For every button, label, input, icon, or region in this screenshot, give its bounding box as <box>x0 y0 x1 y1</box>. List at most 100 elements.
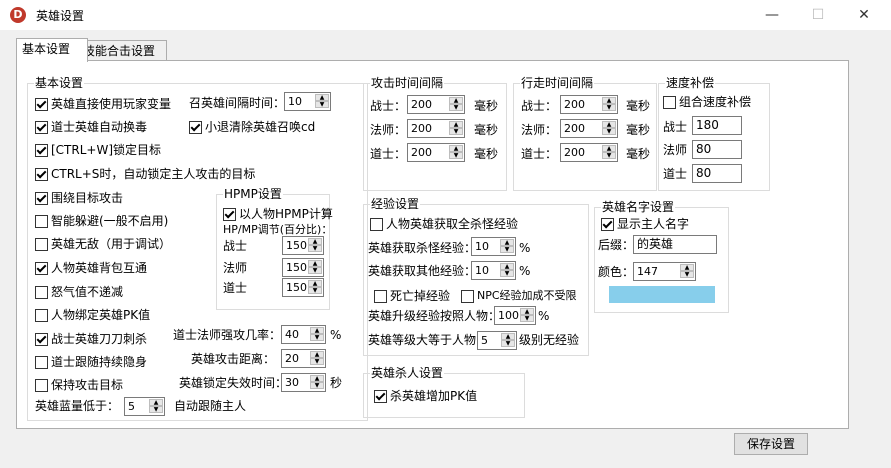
option-shared-bag[interactable]: 人物英雄背包互通 <box>35 260 147 276</box>
speed-mage-input[interactable]: 80 <box>692 140 742 159</box>
down-arrow-icon[interactable]: ▼ <box>149 406 163 413</box>
option-use-player-vars[interactable]: 英雄直接使用玩家变量 <box>35 96 171 112</box>
hpmp-mage-stepper[interactable]: 150 ▲ ▼ <box>282 258 324 277</box>
checkbox[interactable] <box>35 261 48 275</box>
checkbox[interactable] <box>601 217 614 231</box>
option-smart-dodge[interactable]: 智能躲避(一般不启用) <box>35 213 168 229</box>
down-arrow-icon[interactable]: ▼ <box>520 315 534 322</box>
option-npc-exp-unlimited[interactable]: NPC经验加成不受限 <box>461 288 577 304</box>
option-use-player-hpmp[interactable]: 以人物HPMP计算 <box>223 206 333 222</box>
up-arrow-icon[interactable]: ▲ <box>310 327 324 334</box>
down-arrow-icon[interactable]: ▼ <box>310 334 324 341</box>
up-arrow-icon[interactable]: ▲ <box>680 264 694 271</box>
down-arrow-icon[interactable]: ▼ <box>449 104 463 111</box>
other-exp-stepper[interactable]: 10 ▲ ▼ <box>471 261 516 280</box>
option-no-rage-decay[interactable]: 怒气值不递减 <box>35 284 123 300</box>
down-arrow-icon[interactable]: ▼ <box>500 246 514 253</box>
checkbox[interactable] <box>35 355 48 369</box>
summon-interval-stepper[interactable]: 10 ▲ ▼ <box>284 92 331 111</box>
tab-basic-settings[interactable]: 基本设置 <box>16 38 88 62</box>
down-arrow-icon[interactable]: ▼ <box>310 358 324 365</box>
down-arrow-icon[interactable]: ▼ <box>680 271 694 278</box>
kill-exp-stepper[interactable]: 10 ▲ ▼ <box>471 237 516 256</box>
close-icon[interactable]: ✕ <box>841 0 887 30</box>
up-arrow-icon[interactable]: ▲ <box>149 399 163 406</box>
down-arrow-icon[interactable]: ▼ <box>602 104 616 111</box>
option-ctrl-w-lock[interactable]: [CTRL+W]锁定目标 <box>35 142 161 158</box>
up-arrow-icon[interactable]: ▲ <box>310 375 324 382</box>
option-tao-auto-poison[interactable]: 道士英雄自动换毒 <box>35 119 147 135</box>
up-arrow-icon[interactable]: ▲ <box>602 145 616 152</box>
down-arrow-icon[interactable]: ▼ <box>310 382 324 389</box>
up-arrow-icon[interactable]: ▲ <box>500 239 514 246</box>
option-keep-target[interactable]: 保持攻击目标 <box>35 377 123 393</box>
option-bind-pk[interactable]: 人物绑定英雄PK值 <box>35 307 150 323</box>
down-arrow-icon[interactable]: ▼ <box>449 128 463 135</box>
checkbox[interactable] <box>35 97 48 111</box>
up-arrow-icon[interactable]: ▲ <box>501 333 515 340</box>
up-arrow-icon[interactable]: ▲ <box>449 97 463 104</box>
option-kill-hero-pk[interactable]: 杀英雄增加PK值 <box>374 388 477 404</box>
walk-mage-stepper[interactable]: 200 ▲ ▼ <box>560 119 618 138</box>
checkbox[interactable] <box>370 217 383 231</box>
checkbox[interactable] <box>35 332 48 346</box>
checkbox[interactable] <box>35 167 48 181</box>
hpmp-tao-stepper[interactable]: 150 ▲ ▼ <box>282 278 324 297</box>
mp-follow-stepper[interactable]: 5 ▲ ▼ <box>124 397 165 416</box>
down-arrow-icon[interactable]: ▼ <box>308 287 322 294</box>
save-button[interactable]: 保存设置 <box>734 433 808 455</box>
up-arrow-icon[interactable]: ▲ <box>520 308 534 315</box>
down-arrow-icon[interactable]: ▼ <box>308 245 322 252</box>
tab-skill-combo-settings[interactable]: 技能合击设置 <box>77 40 167 61</box>
up-arrow-icon[interactable]: ▲ <box>308 238 322 245</box>
checkbox[interactable] <box>35 214 48 228</box>
checkbox[interactable] <box>35 120 48 134</box>
name-suffix-input[interactable]: 的英雄 <box>633 235 717 254</box>
down-arrow-icon[interactable]: ▼ <box>501 340 515 347</box>
checkbox[interactable] <box>35 191 48 205</box>
walk-warrior-stepper[interactable]: 200 ▲ ▼ <box>560 95 618 114</box>
down-arrow-icon[interactable]: ▼ <box>308 267 322 274</box>
maximize-icon[interactable]: ☐ <box>795 0 841 30</box>
checkbox[interactable] <box>35 237 48 251</box>
minimize-icon[interactable]: — <box>749 0 795 30</box>
up-arrow-icon[interactable]: ▲ <box>449 121 463 128</box>
option-warrior-stab[interactable]: 战士英雄刀刀刺杀 <box>35 331 147 347</box>
attack-warrior-stepper[interactable]: 200 ▲ ▼ <box>407 95 465 114</box>
option-ctrl-s-lock[interactable]: CTRL+S时，自动锁定主人攻击的目标 <box>35 166 255 182</box>
down-arrow-icon[interactable]: ▼ <box>449 152 463 159</box>
down-arrow-icon[interactable]: ▼ <box>500 270 514 277</box>
checkbox[interactable] <box>35 308 48 322</box>
option-death-drop-exp[interactable]: 死亡掉经验 <box>374 288 450 304</box>
up-arrow-icon[interactable]: ▲ <box>308 280 322 287</box>
option-retreat-clear-cd[interactable]: 小退清除英雄召唤cd <box>189 119 315 135</box>
option-tao-follow-stealth[interactable]: 道士跟随持续隐身 <box>35 354 147 370</box>
level-no-exp-stepper[interactable]: 5 ▲ ▼ <box>477 331 517 350</box>
upgrade-exp-stepper[interactable]: 100 ▲ ▼ <box>494 306 536 325</box>
up-arrow-icon[interactable]: ▲ <box>449 145 463 152</box>
attack-tao-stepper[interactable]: 200 ▲ ▼ <box>407 143 465 162</box>
up-arrow-icon[interactable]: ▲ <box>308 260 322 267</box>
name-color-stepper[interactable]: 147 ▲ ▼ <box>633 262 696 281</box>
checkbox[interactable] <box>35 378 48 392</box>
up-arrow-icon[interactable]: ▲ <box>315 94 329 101</box>
attack-mage-stepper[interactable]: 200 ▲ ▼ <box>407 119 465 138</box>
checkbox[interactable] <box>35 285 48 299</box>
up-arrow-icon[interactable]: ▲ <box>310 351 324 358</box>
tao-mage-rate-stepper[interactable]: 40 ▲ ▼ <box>281 325 326 344</box>
checkbox[interactable] <box>223 207 236 221</box>
speed-tao-input[interactable]: 80 <box>692 164 742 183</box>
down-arrow-icon[interactable]: ▼ <box>602 152 616 159</box>
speed-warrior-input[interactable]: 180 <box>692 116 742 135</box>
option-combo-speed[interactable]: 组合速度补偿 <box>663 94 751 110</box>
checkbox[interactable] <box>35 143 48 157</box>
option-invincible[interactable]: 英雄无敌（用于调试） <box>35 236 171 252</box>
checkbox[interactable] <box>374 289 387 303</box>
option-surround-attack[interactable]: 围绕目标攻击 <box>35 190 123 206</box>
attack-range-stepper[interactable]: 20 ▲ ▼ <box>281 349 326 368</box>
up-arrow-icon[interactable]: ▲ <box>602 121 616 128</box>
up-arrow-icon[interactable]: ▲ <box>500 263 514 270</box>
down-arrow-icon[interactable]: ▼ <box>315 101 329 108</box>
checkbox[interactable] <box>374 389 387 403</box>
lock-timeout-stepper[interactable]: 30 ▲ ▼ <box>281 373 326 392</box>
